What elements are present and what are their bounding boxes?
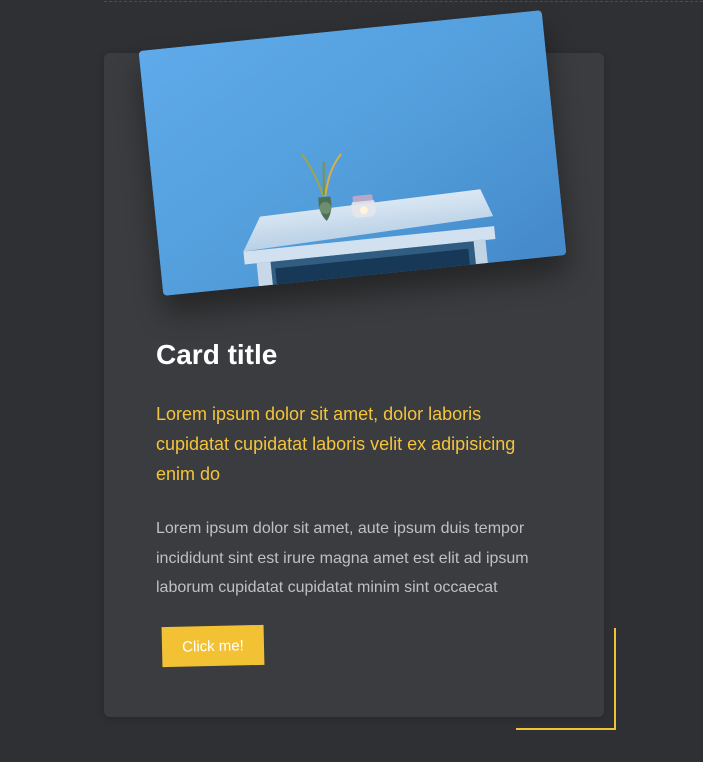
top-divider (104, 1, 703, 2)
card-body-text: Lorem ipsum dolor sit amet, aute ipsum d… (156, 520, 529, 596)
card-subtitle: Lorem ipsum dolor sit amet, dolor labori… (156, 404, 516, 484)
page: Card title Lorem ipsum dolor sit amet, d… (0, 0, 703, 762)
click-me-button[interactable]: Click me! (161, 624, 265, 668)
card-title: Card title (156, 339, 278, 370)
card-image (138, 10, 567, 296)
card-photo-illustration (138, 10, 567, 296)
